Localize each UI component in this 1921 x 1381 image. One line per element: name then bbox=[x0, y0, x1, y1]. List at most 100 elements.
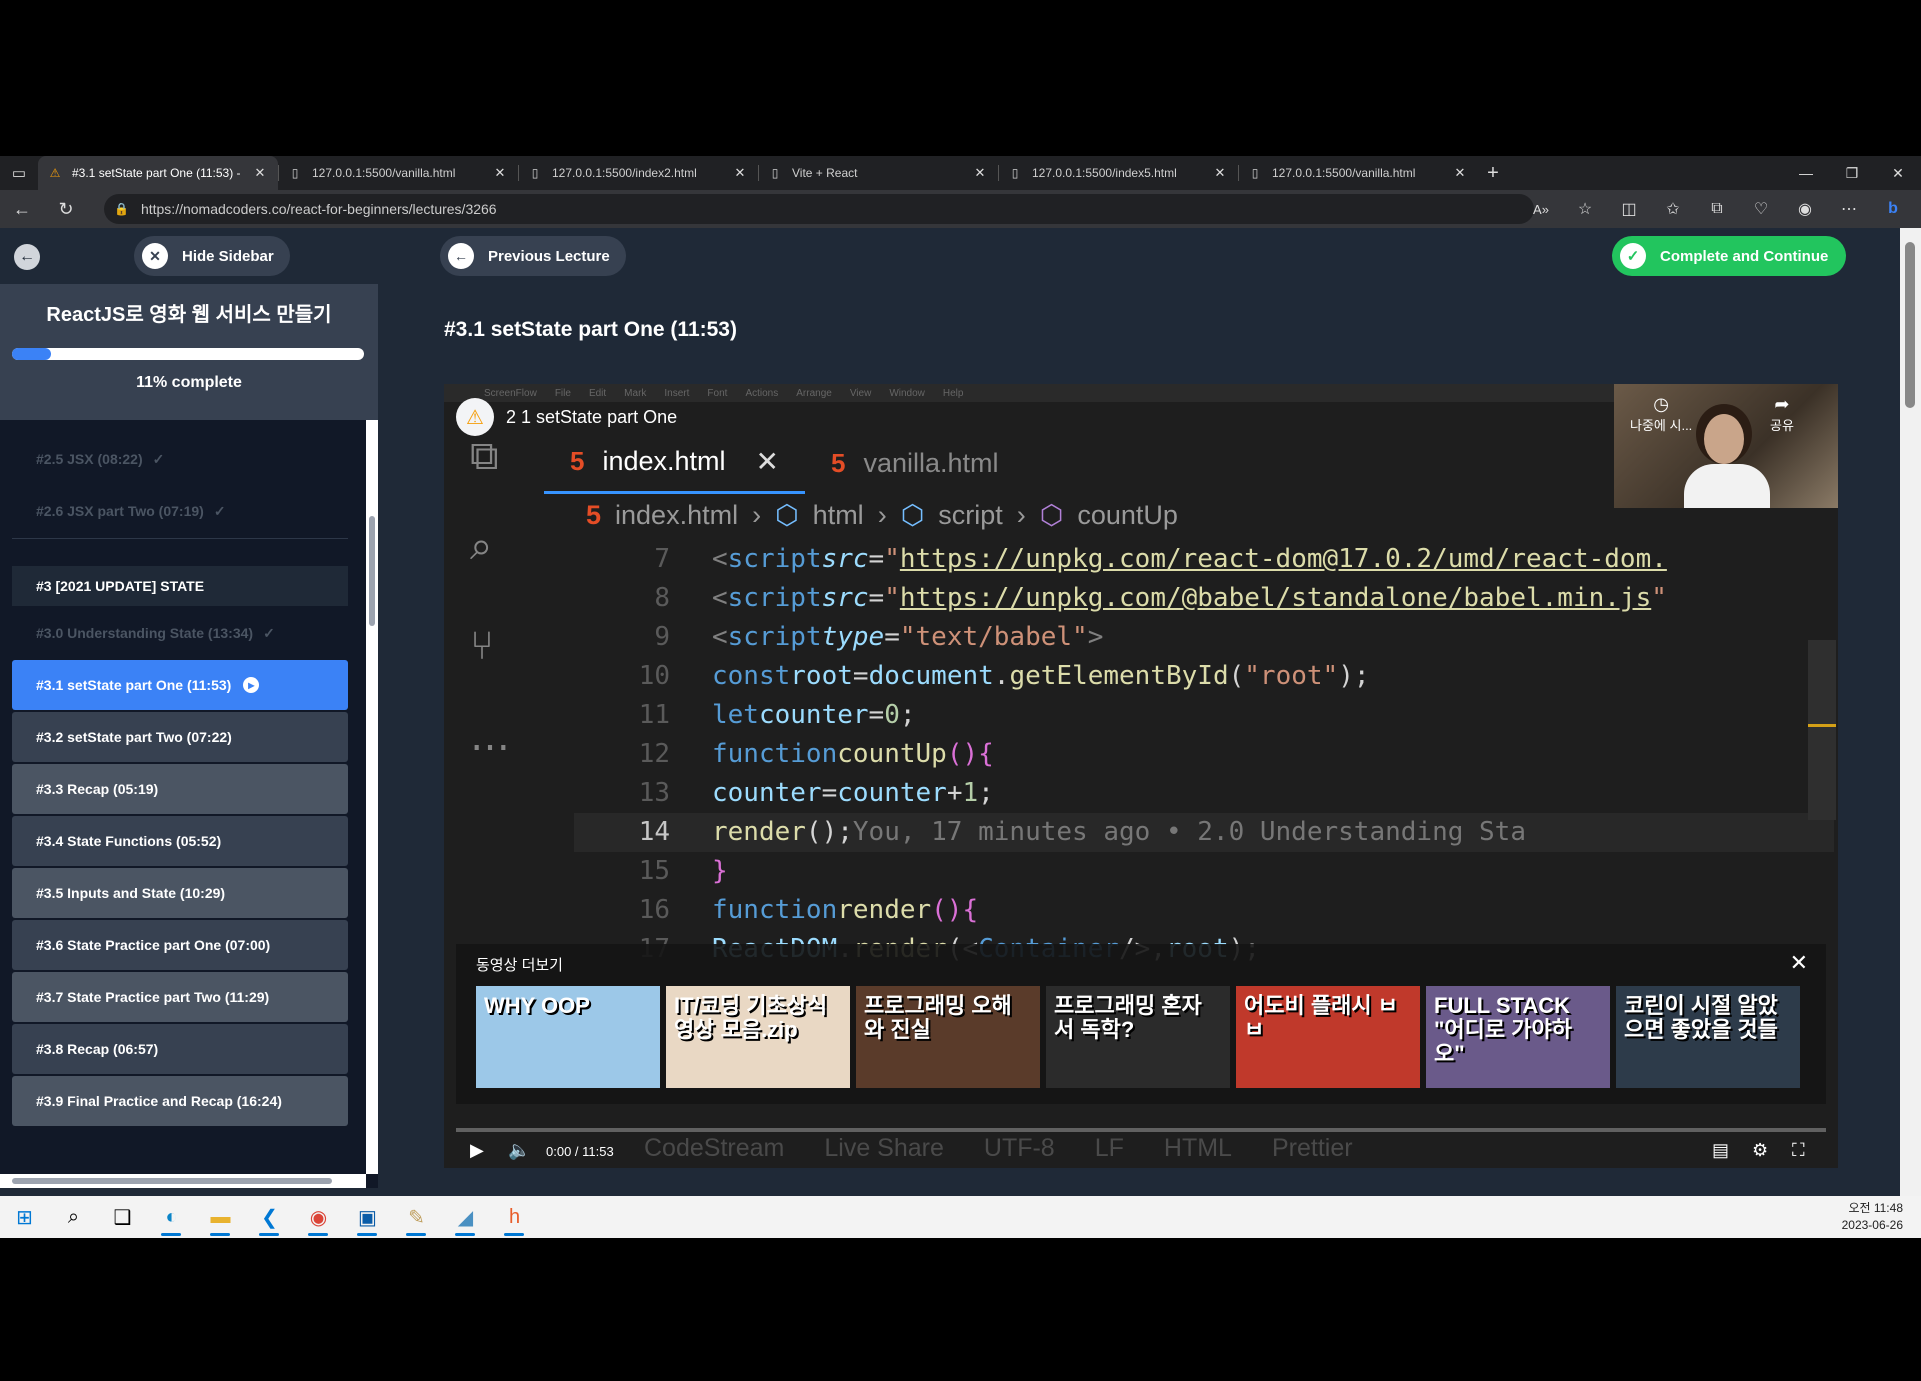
cube-icon: ⬡ bbox=[1039, 500, 1064, 530]
scrollbar-thumb[interactable] bbox=[369, 516, 375, 626]
video-thumbnail[interactable]: FULL STACK "어디로 가야하오" bbox=[1426, 986, 1610, 1088]
close-icon[interactable]: ✕ bbox=[1212, 165, 1228, 181]
lesson-item[interactable]: #3.4 State Functions (05:52) bbox=[12, 816, 348, 866]
browser-tab-2[interactable]: ▯ 127.0.0.1:5500/vanilla.html ✕ bbox=[278, 156, 518, 190]
system-clock[interactable]: 오전 11:48 2023-06-26 bbox=[1842, 1200, 1903, 1234]
video-thumbnail[interactable]: 프로그래밍 혼자서 독학? bbox=[1046, 986, 1230, 1088]
url-text: https://nomadcoders.co/react-for-beginne… bbox=[140, 201, 497, 217]
minimize-icon[interactable]: — bbox=[1783, 156, 1829, 190]
photos-icon[interactable]: ▣ bbox=[343, 1196, 392, 1238]
watch-later-label: 나중에 시... bbox=[1630, 418, 1693, 433]
close-window-icon[interactable]: ✕ bbox=[1875, 156, 1921, 190]
video-player[interactable]: ScreenFlow File Edit Mark Insert Font Actions A… bbox=[444, 384, 1838, 1168]
read-aloud-icon[interactable]: A» bbox=[1519, 202, 1563, 217]
back-icon[interactable]: ← bbox=[0, 199, 44, 220]
close-icon[interactable]: ✕ bbox=[1790, 950, 1808, 976]
browser-tab-1[interactable]: ⚠ #3.1 setState part One (11:53) - ✕ bbox=[38, 156, 278, 190]
line-number: 14 bbox=[638, 817, 670, 847]
channel-logo-icon[interactable]: ⚠ bbox=[456, 398, 494, 436]
more-options-icon[interactable]: ⋯ bbox=[1827, 199, 1871, 219]
complete-continue-button[interactable]: ✓ Complete and Continue bbox=[1612, 236, 1847, 276]
code-line: 8 < script src = " https://unpkg.com/@babel/s… bbox=[574, 579, 1834, 618]
share-button[interactable]: ➦ 공유 bbox=[1770, 394, 1794, 434]
page-scrollbar[interactable] bbox=[1900, 228, 1921, 1196]
lesson-item-current[interactable]: #3.1 setState part One (11:53) ▶ bbox=[12, 660, 348, 710]
browser-tab-5[interactable]: ▯ 127.0.0.1:5500/index5.html ✕ bbox=[998, 156, 1238, 190]
tab-title: 127.0.0.1:5500/vanilla.html bbox=[312, 166, 456, 180]
captions-icon[interactable]: ▤ bbox=[1712, 1140, 1729, 1161]
lesson-item[interactable]: #3.9 Final Practice and Recap (16:24) bbox=[12, 1076, 348, 1126]
youtube-title-bar[interactable]: ⚠ 2 1 setState part One bbox=[456, 398, 677, 436]
previous-lecture-label: Previous Lecture bbox=[488, 247, 610, 265]
edge-icon[interactable]: ◐ bbox=[147, 1196, 196, 1238]
start-icon[interactable]: ⊞ bbox=[0, 1196, 49, 1238]
app-icon[interactable]: ◢ bbox=[441, 1196, 490, 1238]
editor-tab-label: vanilla.html bbox=[863, 447, 999, 478]
lesson-item[interactable]: #2.5 JSX (08:22) ✓ bbox=[12, 434, 348, 484]
status-item: Prettier bbox=[1271, 1134, 1353, 1162]
video-thumbnail[interactable]: IT/코딩 기초상식 영상 모음.zip bbox=[666, 986, 850, 1088]
lesson-item[interactable]: #3.0 Understanding State (13:34) ✓ bbox=[12, 608, 348, 658]
lesson-item[interactable]: #3.3 Recap (05:19) bbox=[12, 764, 348, 814]
sidebar-hscrollbar[interactable] bbox=[0, 1174, 366, 1188]
minimap-scroll bbox=[1808, 640, 1836, 820]
new-tab-icon[interactable]: + bbox=[1478, 162, 1508, 185]
search-icon[interactable]: ⌕ bbox=[49, 1196, 98, 1238]
browser-tab-6[interactable]: ▯ 127.0.0.1:5500/vanilla.html ✕ bbox=[1238, 156, 1478, 190]
scrollbar-thumb[interactable] bbox=[12, 1178, 332, 1184]
watch-later-button[interactable]: ◷ 나중에 시... bbox=[1630, 394, 1692, 434]
close-icon[interactable]: ✕ bbox=[1452, 165, 1468, 181]
restore-icon[interactable]: ❐ bbox=[1829, 156, 1875, 190]
hancom-icon[interactable]: h bbox=[490, 1196, 539, 1238]
close-icon[interactable]: ✕ bbox=[732, 165, 748, 181]
profile-avatar-icon[interactable]: ◉ bbox=[1783, 199, 1827, 219]
fullscreen-icon[interactable]: ⛶ bbox=[1792, 1140, 1805, 1161]
video-progress-bar[interactable] bbox=[456, 1128, 1826, 1132]
browser-tab-3[interactable]: ▯ 127.0.0.1:5500/index2.html ✕ bbox=[518, 156, 758, 190]
url-input[interactable]: 🔒 https://nomadcoders.co/react-for-begin… bbox=[104, 194, 1534, 224]
file-explorer-icon[interactable]: ▬ bbox=[196, 1196, 245, 1238]
extensions-icon[interactable]: ♡ bbox=[1739, 199, 1783, 219]
back-arrow-icon[interactable]: ← bbox=[14, 244, 40, 270]
youtube-video-title[interactable]: 2 1 setState part One bbox=[506, 407, 677, 428]
play-icon[interactable]: ▶ bbox=[470, 1140, 484, 1161]
sidebar-scrollbar[interactable] bbox=[366, 420, 378, 1174]
previous-lecture-button[interactable]: ← Previous Lecture bbox=[440, 236, 626, 276]
windows-taskbar: ⊞ ⌕ ❑ ◐ ▬ ❮ ◉ ▣ ✎ ◢ h 오전 11:48 2023-06-2… bbox=[0, 1196, 1921, 1238]
lesson-item[interactable]: #3.2 setState part Two (07:22) bbox=[12, 712, 348, 762]
hide-sidebar-button[interactable]: ✕ Hide Sidebar bbox=[134, 236, 290, 276]
page-icon: ▯ bbox=[291, 166, 299, 180]
scrollbar-thumb[interactable] bbox=[1905, 242, 1915, 408]
code-line: 13 counter = counter + 1; bbox=[574, 774, 1834, 813]
close-icon[interactable]: ✕ bbox=[972, 165, 988, 181]
video-thumbnail[interactable]: 프로그래밍 오해와 진실 bbox=[856, 986, 1040, 1088]
volume-icon[interactable]: 🔈 bbox=[508, 1140, 530, 1161]
video-thumbnail[interactable]: 코린이 시절 알았으면 좋았을 것들 bbox=[1616, 986, 1800, 1088]
split-screen-icon[interactable]: ◫ bbox=[1607, 199, 1651, 219]
lesson-item[interactable]: #3.8 Recap (06:57) bbox=[12, 1024, 348, 1074]
close-icon[interactable]: ✕ bbox=[252, 165, 268, 181]
lesson-item[interactable]: #3.5 Inputs and State (10:29) bbox=[12, 868, 348, 918]
collections-icon[interactable]: ⧉ bbox=[1695, 200, 1739, 218]
lesson-item[interactable]: #3.7 State Practice part Two (11:29) bbox=[12, 972, 348, 1022]
close-icon[interactable]: ✕ bbox=[492, 165, 508, 181]
video-thumbnail[interactable]: 어도비 플래시 ㅂㅂ bbox=[1236, 986, 1420, 1088]
paint-icon[interactable]: ✎ bbox=[392, 1196, 441, 1238]
refresh-icon[interactable]: ↻ bbox=[44, 199, 88, 220]
favorite-star-icon[interactable]: ☆ bbox=[1563, 199, 1607, 219]
course-progress-fill bbox=[12, 348, 51, 360]
browser-tab-4[interactable]: ▯ Vite + React ✕ bbox=[758, 156, 998, 190]
favorites-icon[interactable]: ✩ bbox=[1651, 199, 1695, 219]
chrome-icon[interactable]: ◉ bbox=[294, 1196, 343, 1238]
tab-actions-icon[interactable]: ▭ bbox=[0, 156, 38, 190]
editor-statusbar: CodeStream Live Share UTF-8 LF HTML Pret… bbox=[644, 1134, 1353, 1163]
task-view-icon[interactable]: ❑ bbox=[98, 1196, 147, 1238]
settings-gear-icon[interactable]: ⚙ bbox=[1752, 1140, 1768, 1161]
minimap-marker bbox=[1808, 724, 1836, 727]
bing-icon[interactable]: b bbox=[1871, 200, 1915, 218]
video-thumbnail[interactable]: WHY OOP bbox=[476, 986, 660, 1088]
lesson-item[interactable]: #2.6 JSX part Two (07:19) ✓ bbox=[12, 486, 348, 536]
check-icon: ✓ bbox=[152, 450, 165, 467]
vscode-icon[interactable]: ❮ bbox=[245, 1196, 294, 1238]
lesson-item[interactable]: #3.6 State Practice part One (07:00) bbox=[12, 920, 348, 970]
